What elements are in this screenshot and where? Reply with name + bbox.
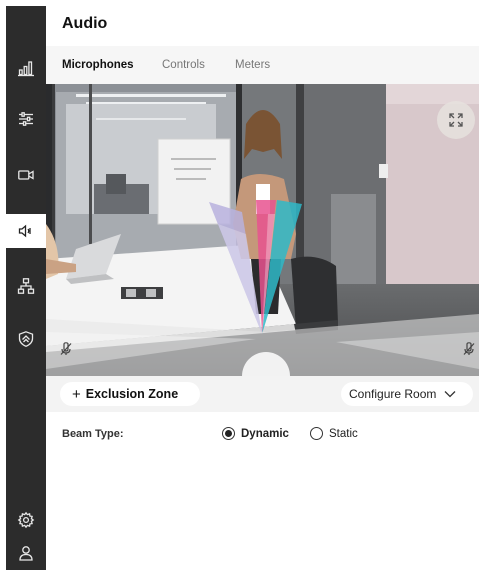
sidebar-item-audio[interactable] <box>6 214 46 248</box>
network-icon <box>17 278 35 294</box>
sidebar-item-statistics[interactable] <box>6 51 46 85</box>
user-icon <box>19 546 33 561</box>
gear-icon <box>17 511 35 529</box>
plus-icon: + <box>72 385 81 403</box>
room-toolbar: + Exclusion Zone Configure Room <box>46 376 479 412</box>
sidebar-item-security[interactable] <box>6 322 46 356</box>
chevron-down-icon <box>444 391 456 398</box>
beam-type-dynamic-label: Dynamic <box>241 427 289 440</box>
bar-chart-icon <box>18 61 34 77</box>
configure-room-dropdown[interactable]: Configure Room <box>341 382 473 406</box>
page-title: Audio <box>62 15 108 32</box>
beam-type-static-radio[interactable]: Static <box>310 427 358 440</box>
sliders-icon <box>19 112 33 126</box>
sidebar-item-network[interactable] <box>6 269 46 303</box>
sidebar-nav <box>6 6 46 570</box>
beam-type-label: Beam Type: <box>62 428 124 440</box>
shield-icon <box>18 331 34 348</box>
sidebar-item-settings[interactable] <box>6 503 46 537</box>
configure-room-label: Configure Room <box>349 387 437 401</box>
radio-unselected-indicator <box>310 427 323 440</box>
tab-bar: Microphones Controls Meters <box>46 46 479 84</box>
right-mic-mute-button[interactable] <box>459 339 479 359</box>
tab-microphones[interactable]: Microphones <box>62 59 134 71</box>
beam-type-static-label: Static <box>329 427 358 440</box>
room-scene-image <box>46 84 479 376</box>
beam-type-dynamic-radio[interactable]: Dynamic <box>222 427 289 440</box>
mic-muted-icon <box>60 342 72 355</box>
sidebar-item-camera[interactable] <box>6 158 46 192</box>
sidebar-item-adjust[interactable] <box>6 102 46 136</box>
mic-muted-icon <box>463 342 475 355</box>
add-exclusion-zone-button[interactable]: + Exclusion Zone <box>60 382 200 406</box>
tab-meters[interactable]: Meters <box>235 59 270 71</box>
left-mic-mute-button[interactable] <box>56 339 76 359</box>
video-camera-icon <box>18 170 34 180</box>
camera-view[interactable] <box>46 84 479 376</box>
sidebar-item-user[interactable] <box>6 536 46 570</box>
fullscreen-button[interactable] <box>437 101 475 139</box>
radio-selected-indicator <box>222 427 235 440</box>
exclusion-zone-label: Exclusion Zone <box>85 387 179 401</box>
speaker-icon <box>18 224 31 238</box>
expand-icon <box>449 113 463 127</box>
tab-controls[interactable]: Controls <box>162 59 205 71</box>
